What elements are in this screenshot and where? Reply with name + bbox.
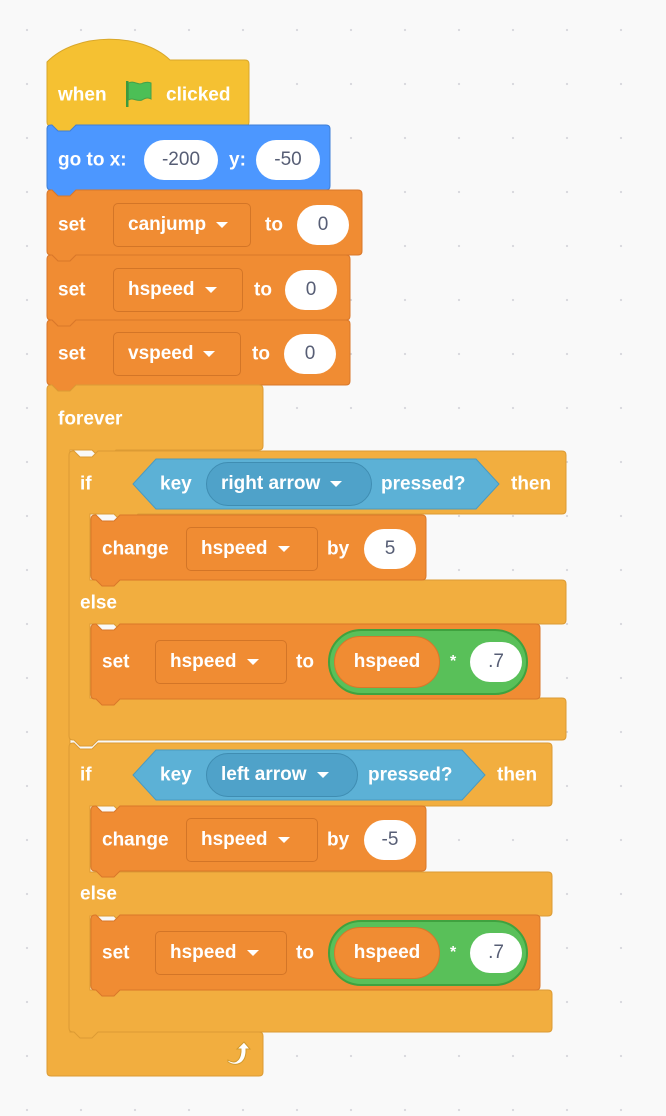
multiply-value-input[interactable]: .7 — [470, 933, 522, 973]
variable-dropdown-hspeed[interactable]: hspeed — [186, 527, 318, 571]
go-to-y-label: y: — [229, 149, 246, 171]
change-value-input[interactable]: 5 — [364, 529, 416, 569]
loop-arrow-icon — [227, 1041, 252, 1065]
variable-dropdown-hspeed[interactable]: hspeed — [155, 640, 287, 684]
set-vspeed-value-input[interactable]: 0 — [284, 334, 336, 374]
set-label: set — [58, 279, 86, 301]
if-label: if — [80, 764, 92, 786]
key-label: key — [160, 764, 192, 786]
to-label: to — [254, 279, 272, 301]
multiply-value-input[interactable]: .7 — [470, 642, 522, 682]
to-label: to — [296, 942, 314, 964]
hat-when-label: when — [58, 84, 107, 106]
dropdown-caret-icon — [246, 659, 259, 665]
key-label: key — [160, 473, 192, 495]
dropdown-caret-icon — [204, 287, 217, 293]
go-to-x-input[interactable]: -200 — [144, 140, 218, 180]
variable-name: hspeed — [201, 829, 268, 850]
change-label: change — [102, 829, 169, 851]
forever-label: forever — [58, 408, 123, 430]
variable-name: vspeed — [128, 343, 194, 364]
variable-dropdown-vspeed[interactable]: vspeed — [113, 332, 241, 376]
key-option-dropdown[interactable]: left arrow — [206, 753, 358, 797]
go-to-y-input[interactable]: -50 — [256, 140, 320, 180]
set-label: set — [58, 343, 86, 365]
variable-name: hspeed — [170, 651, 237, 672]
else-label: else — [80, 592, 117, 614]
hat-clicked-label: clicked — [166, 84, 231, 106]
then-label: then — [497, 764, 538, 786]
variable-name: canjump — [128, 214, 207, 235]
key-option: right arrow — [221, 473, 321, 494]
dropdown-caret-icon — [277, 837, 290, 843]
multiply-symbol: * — [450, 944, 457, 961]
dropdown-caret-icon — [216, 222, 229, 228]
set-label: set — [58, 214, 86, 236]
key-option-dropdown[interactable]: right arrow — [206, 462, 372, 506]
dropdown-caret-icon — [316, 772, 329, 778]
change-label: change — [102, 538, 169, 560]
hspeed-reporter[interactable]: hspeed — [334, 636, 440, 688]
then-label: then — [511, 473, 552, 495]
to-label: to — [296, 651, 314, 673]
key-option: left arrow — [221, 764, 307, 785]
pressed-label: pressed? — [381, 473, 466, 495]
variable-name: hspeed — [201, 538, 268, 559]
dropdown-caret-icon — [330, 481, 343, 487]
variable-dropdown-canjump[interactable]: canjump — [113, 203, 251, 247]
green-flag-icon — [126, 81, 152, 107]
set-label: set — [102, 651, 130, 673]
hspeed-reporter[interactable]: hspeed — [334, 927, 440, 979]
set-label: set — [102, 942, 130, 964]
go-to-x-label: go to x: — [58, 149, 127, 171]
set-canjump-value-input[interactable]: 0 — [297, 205, 349, 245]
by-label: by — [327, 829, 350, 851]
variable-dropdown-hspeed[interactable]: hspeed — [186, 818, 318, 862]
by-label: by — [327, 538, 350, 560]
dropdown-caret-icon — [246, 950, 259, 956]
change-value-input[interactable]: -5 — [364, 820, 416, 860]
else-label: else — [80, 883, 117, 905]
to-label: to — [265, 214, 283, 236]
dropdown-caret-icon — [277, 546, 290, 552]
variable-name: hspeed — [170, 942, 237, 963]
if-label: if — [80, 473, 92, 495]
variable-dropdown-hspeed[interactable]: hspeed — [155, 931, 287, 975]
variable-name: hspeed — [128, 279, 195, 300]
variable-dropdown-hspeed[interactable]: hspeed — [113, 268, 243, 312]
to-label: to — [252, 343, 270, 365]
pressed-label: pressed? — [368, 764, 453, 786]
multiply-symbol: * — [450, 653, 457, 670]
set-hspeed-value-input[interactable]: 0 — [285, 270, 337, 310]
dropdown-caret-icon — [203, 351, 216, 357]
